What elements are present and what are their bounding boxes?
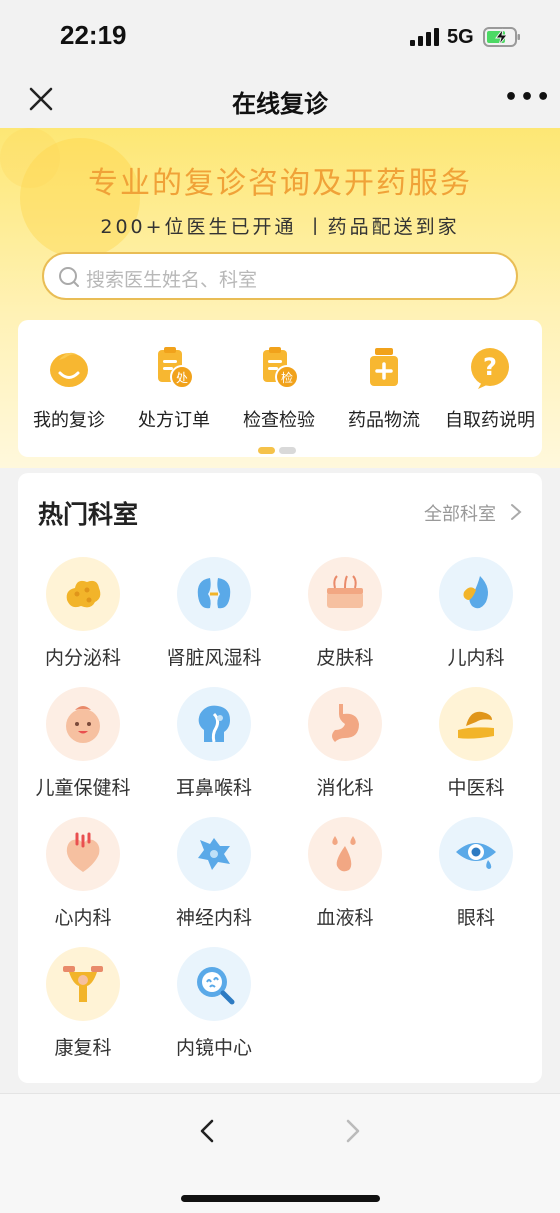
heart-icon [46,817,120,891]
blood-drops-icon [308,817,382,891]
neuron-icon [177,817,251,891]
dept-item-hematology[interactable]: 血液科 [280,817,410,930]
hero-subtitle: 200+位医生已开通 丨药品配送到家 [100,216,460,238]
page-indicator [258,439,300,458]
stomach-icon [308,687,382,761]
page-dot [279,447,296,454]
network-type: 5G [447,26,474,48]
quick-item-label: 自取药说明 [445,410,535,431]
quick-item-self-pickup[interactable]: ? 自取药说明 [442,346,538,432]
more-icon[interactable]: ••• [504,86,550,112]
svg-text:?: ? [483,353,497,381]
status-bar: 22:19 5G [0,0,560,72]
skin-icon [308,557,382,631]
chevron-right-icon[interactable] [342,1118,364,1144]
quick-item-label: 处方订单 [138,410,210,431]
dept-label: 肾脏风湿科 [166,647,262,669]
eye-icon [439,817,513,891]
dept-item-tcm[interactable]: 中医科 [411,687,541,800]
all-departments-link[interactable]: 全部科室 [424,500,496,526]
dept-item-nephrology-rheumatology[interactable]: 肾脏风湿科 [149,557,279,670]
dept-item-rehabilitation[interactable]: 康复科 [18,947,148,1060]
page-dot-active [258,447,275,454]
dept-label: 内镜中心 [175,1037,252,1059]
dept-item-gastroenterology[interactable]: 消化科 [280,687,410,800]
status-time: 22:19 [60,20,127,50]
dept-label: 儿童保健科 [35,777,131,799]
dept-label: 神经内科 [175,907,252,929]
search-input[interactable]: 搜索医生姓名、科室 [42,252,518,300]
dept-item-endocrine[interactable]: 内分泌科 [18,557,148,670]
dept-label: 皮肤科 [316,647,374,669]
search-placeholder: 搜索医生姓名、科室 [86,269,258,291]
dept-label: 康复科 [54,1037,112,1059]
kidney-icon [177,557,251,631]
dept-label: 血液科 [316,907,374,929]
dept-label: 中医科 [447,777,505,799]
popular-departments-card: 热门科室 全部科室 内分泌科 肾脏风湿科 皮肤科 儿内科 儿童保健科 耳鼻喉科 … [18,473,542,1083]
search-icon [59,267,79,287]
dept-item-dermatology[interactable]: 皮肤科 [280,557,410,670]
quick-item-my-revisit[interactable]: 我的复诊 [21,346,117,432]
dept-item-ent[interactable]: 耳鼻喉科 [149,687,279,800]
medicine-bottle-icon [370,348,398,386]
page-title: 在线复诊 [232,90,328,118]
dept-item-child-health[interactable]: 儿童保健科 [18,687,148,800]
svg-text:处: 处 [176,371,188,385]
endocrine-icon [46,557,120,631]
chevron-left-icon[interactable] [196,1118,218,1144]
hero-title: 专业的复诊咨询及开药服务 [88,166,472,201]
dept-label: 心内科 [54,907,112,929]
quick-item-label: 我的复诊 [33,410,105,431]
dept-item-ophthalmology[interactable]: 眼科 [411,817,541,930]
ent-head-icon [177,687,251,761]
question-icon: ? [471,348,509,389]
dept-label: 眼科 [456,907,495,929]
section-title: 热门科室 [38,500,139,529]
smile-face-icon [50,352,88,387]
rehab-dumbbell-icon [46,947,120,1021]
chevron-right-icon[interactable] [510,503,522,521]
endoscope-icon [177,947,251,1021]
quick-item-examination[interactable]: 检 检查检验 [231,346,327,432]
baby-face-icon [46,687,120,761]
home-indicator[interactable] [181,1195,380,1202]
tcm-pulse-icon [439,687,513,761]
dept-label: 耳鼻喉科 [175,777,252,799]
pediatric-icon [439,557,513,631]
dept-item-cardiology[interactable]: 心内科 [18,817,148,930]
dept-label: 儿内科 [447,647,505,669]
quick-item-label: 药品物流 [348,410,420,431]
signal-icon [410,28,440,46]
bottom-toolbar [0,1093,560,1213]
dept-item-pediatrics[interactable]: 儿内科 [411,557,541,670]
battery-charging-icon [483,27,520,47]
dept-item-endoscopy-center[interactable]: 内镜中心 [149,947,279,1060]
quick-entry-card: 我的复诊 处 处方订单 检 检查检验 药品物流 ? 自取药说明 [18,320,542,457]
examination-icon: 检 [263,347,299,389]
dept-label: 内分泌科 [44,647,121,669]
quick-item-label: 检查检验 [243,410,315,431]
quick-item-prescription-orders[interactable]: 处 处方订单 [126,346,222,432]
prescription-icon: 处 [158,347,194,389]
quick-item-drug-logistics[interactable]: 药品物流 [336,346,432,432]
nav-bar: 在线复诊 ••• [0,72,560,128]
dept-item-neurology[interactable]: 神经内科 [149,817,279,930]
svg-text:检: 检 [281,370,293,385]
dept-label: 消化科 [316,777,374,799]
